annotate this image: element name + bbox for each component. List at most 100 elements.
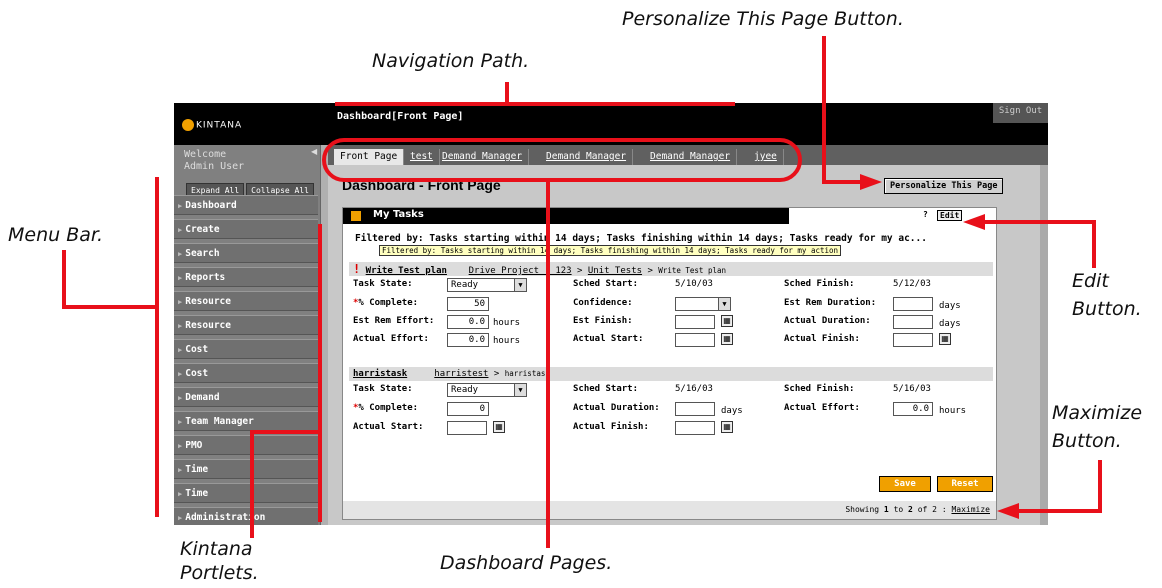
calendar-icon[interactable]: ▦ bbox=[493, 421, 505, 433]
portlet-title: My Tasks bbox=[373, 209, 424, 220]
navigation-path[interactable]: Dashboard[Front Page] bbox=[337, 111, 463, 122]
chevron-down-icon: ▼ bbox=[514, 384, 526, 396]
menu-item-administration[interactable]: ▶ Administration bbox=[174, 507, 318, 525]
callout-line bbox=[250, 430, 320, 434]
callout-portlets-1: Kintana bbox=[180, 538, 253, 560]
est-rem-duration-input[interactable] bbox=[893, 297, 933, 311]
calendar-icon[interactable]: ▦ bbox=[721, 315, 733, 327]
priority-alert-icon: ! bbox=[353, 262, 361, 276]
project-link[interactable]: harristest bbox=[434, 369, 488, 379]
expand-triangle-icon: ▶ bbox=[178, 418, 183, 426]
callout-maximize-2: Button. bbox=[1052, 430, 1122, 452]
menu-item-resource[interactable]: ▶ Resource bbox=[174, 315, 318, 335]
hours-unit: hours bbox=[493, 336, 521, 346]
menu-bar: ◀ Welcome Admin User Expand All Collapse … bbox=[174, 145, 320, 525]
unit-link[interactable]: Unit Tests bbox=[588, 266, 642, 276]
expand-triangle-icon: ▶ bbox=[178, 322, 183, 330]
actual-effort-label: Actual Effort: bbox=[353, 334, 429, 344]
calendar-icon[interactable]: ▦ bbox=[721, 421, 733, 433]
arrow-left-icon bbox=[963, 214, 985, 230]
est-finish-input[interactable] bbox=[675, 315, 715, 329]
actual-finish-label: Actual Finish: bbox=[573, 422, 649, 432]
collapse-arrow-icon[interactable]: ◀ bbox=[311, 147, 317, 156]
hours-unit: hours bbox=[493, 318, 521, 328]
actual-duration-label: Actual Duration: bbox=[573, 403, 660, 413]
filter-text: Filtered by: Tasks starting within 14 da… bbox=[355, 233, 927, 244]
project-link[interactable]: Drive Project - 123 bbox=[469, 266, 572, 276]
actual-finish-input[interactable] bbox=[893, 333, 933, 347]
calendar-icon[interactable]: ▦ bbox=[939, 333, 951, 345]
menu-item-create[interactable]: ▶ Create bbox=[174, 219, 318, 239]
callout-edit-1: Edit bbox=[1072, 270, 1109, 292]
callout-line bbox=[1018, 509, 1102, 513]
callout-maximize-1: Maximize bbox=[1052, 402, 1143, 424]
task-link[interactable]: Write Test plan bbox=[366, 266, 447, 276]
save-button[interactable]: Save bbox=[879, 476, 931, 492]
menu-item-time[interactable]: ▶ Time bbox=[174, 459, 318, 479]
expand-triangle-icon: ▶ bbox=[178, 346, 183, 354]
callout-line bbox=[62, 305, 157, 309]
edit-button[interactable]: Edit bbox=[937, 210, 963, 221]
callout-line bbox=[984, 220, 1096, 224]
calendar-icon[interactable]: ▦ bbox=[721, 333, 733, 345]
callout-line bbox=[822, 36, 826, 184]
task-link[interactable]: harristask bbox=[353, 369, 407, 379]
maximize-link[interactable]: Maximize bbox=[951, 505, 990, 514]
actual-duration-input[interactable] bbox=[675, 402, 715, 416]
menu-item-pmo[interactable]: ▶ PMO bbox=[174, 435, 318, 455]
pct-complete-input[interactable]: 50 bbox=[447, 297, 489, 311]
sched-start-label: Sched Start: bbox=[573, 279, 639, 289]
task-state-select[interactable]: Ready ▼ bbox=[447, 383, 527, 397]
sign-out-link[interactable]: Sign Out bbox=[993, 103, 1048, 123]
callout-personalize: Personalize This Page Button. bbox=[622, 8, 904, 30]
sched-start-value: 5/16/03 bbox=[675, 384, 713, 394]
actual-start-input[interactable] bbox=[447, 421, 487, 435]
sched-finish-label: Sched Finish: bbox=[784, 384, 855, 394]
menu-item-cost[interactable]: ▶ Cost bbox=[174, 363, 318, 383]
est-rem-duration-label: Est Rem Duration: bbox=[784, 298, 877, 308]
my-tasks-portlet: My Tasks ? Edit Filtered by: Tasks start… bbox=[342, 207, 997, 520]
actual-effort-input[interactable]: 0.0 bbox=[447, 333, 489, 347]
callout-line bbox=[250, 430, 254, 538]
menu-item-reports[interactable]: ▶ Reports bbox=[174, 267, 318, 287]
actual-finish-label: Actual Finish: bbox=[784, 334, 860, 344]
actual-duration-input[interactable] bbox=[893, 315, 933, 329]
welcome-text: Welcome Admin User bbox=[184, 149, 245, 172]
confidence-label: Confidence: bbox=[573, 298, 633, 308]
expand-triangle-icon: ▶ bbox=[178, 274, 183, 282]
actual-effort-input[interactable]: 0.0 bbox=[893, 402, 933, 416]
personalize-page-button[interactable]: Personalize This Page bbox=[884, 178, 1004, 194]
menu-item-search[interactable]: ▶ Search bbox=[174, 243, 318, 263]
days-unit: days bbox=[721, 406, 743, 416]
menu-item-cost[interactable]: ▶ Cost bbox=[174, 339, 318, 359]
actual-start-input[interactable] bbox=[675, 333, 715, 347]
actual-finish-input[interactable] bbox=[675, 421, 715, 435]
expand-triangle-icon: ▶ bbox=[178, 466, 183, 474]
expand-triangle-icon: ▶ bbox=[178, 298, 183, 306]
pct-complete-input[interactable]: 0 bbox=[447, 402, 489, 416]
help-button[interactable]: ? bbox=[923, 210, 928, 219]
hours-unit: hours bbox=[939, 406, 967, 416]
callout-line bbox=[1098, 460, 1102, 513]
vertical-scrollbar[interactable] bbox=[1040, 165, 1048, 525]
callout-navigation-path: Navigation Path. bbox=[372, 50, 530, 72]
menu-item-time[interactable]: ▶ Time bbox=[174, 483, 318, 503]
reset-button[interactable]: Reset bbox=[937, 476, 993, 492]
callout-menu-bar: Menu Bar. bbox=[8, 224, 103, 246]
est-rem-effort-input[interactable]: 0.0 bbox=[447, 315, 489, 329]
confidence-select[interactable]: ▼ bbox=[675, 297, 731, 311]
callout-line bbox=[546, 180, 550, 548]
menu-item-resource[interactable]: ▶ Resource bbox=[174, 291, 318, 311]
task-state-select[interactable]: Ready ▼ bbox=[447, 278, 527, 292]
menu-item-dashboard[interactable]: ▶ Dashboard bbox=[174, 195, 318, 215]
pct-complete-label: *% Complete: bbox=[353, 298, 419, 308]
actual-start-label: Actual Start: bbox=[353, 422, 424, 432]
main-content: Dashboard - Front Page Personalize This … bbox=[328, 165, 1048, 525]
callout-line bbox=[318, 224, 322, 522]
callout-line bbox=[62, 250, 66, 308]
task-breadcrumb-leaf: Write Test plan bbox=[658, 266, 727, 275]
filter-tooltip: Filtered by: Tasks starting within 14 da… bbox=[379, 245, 842, 256]
menu-item-team-manager[interactable]: ▶ Team Manager bbox=[174, 411, 318, 431]
menu-item-demand[interactable]: ▶ Demand bbox=[174, 387, 318, 407]
kintana-logo-icon bbox=[182, 119, 194, 131]
